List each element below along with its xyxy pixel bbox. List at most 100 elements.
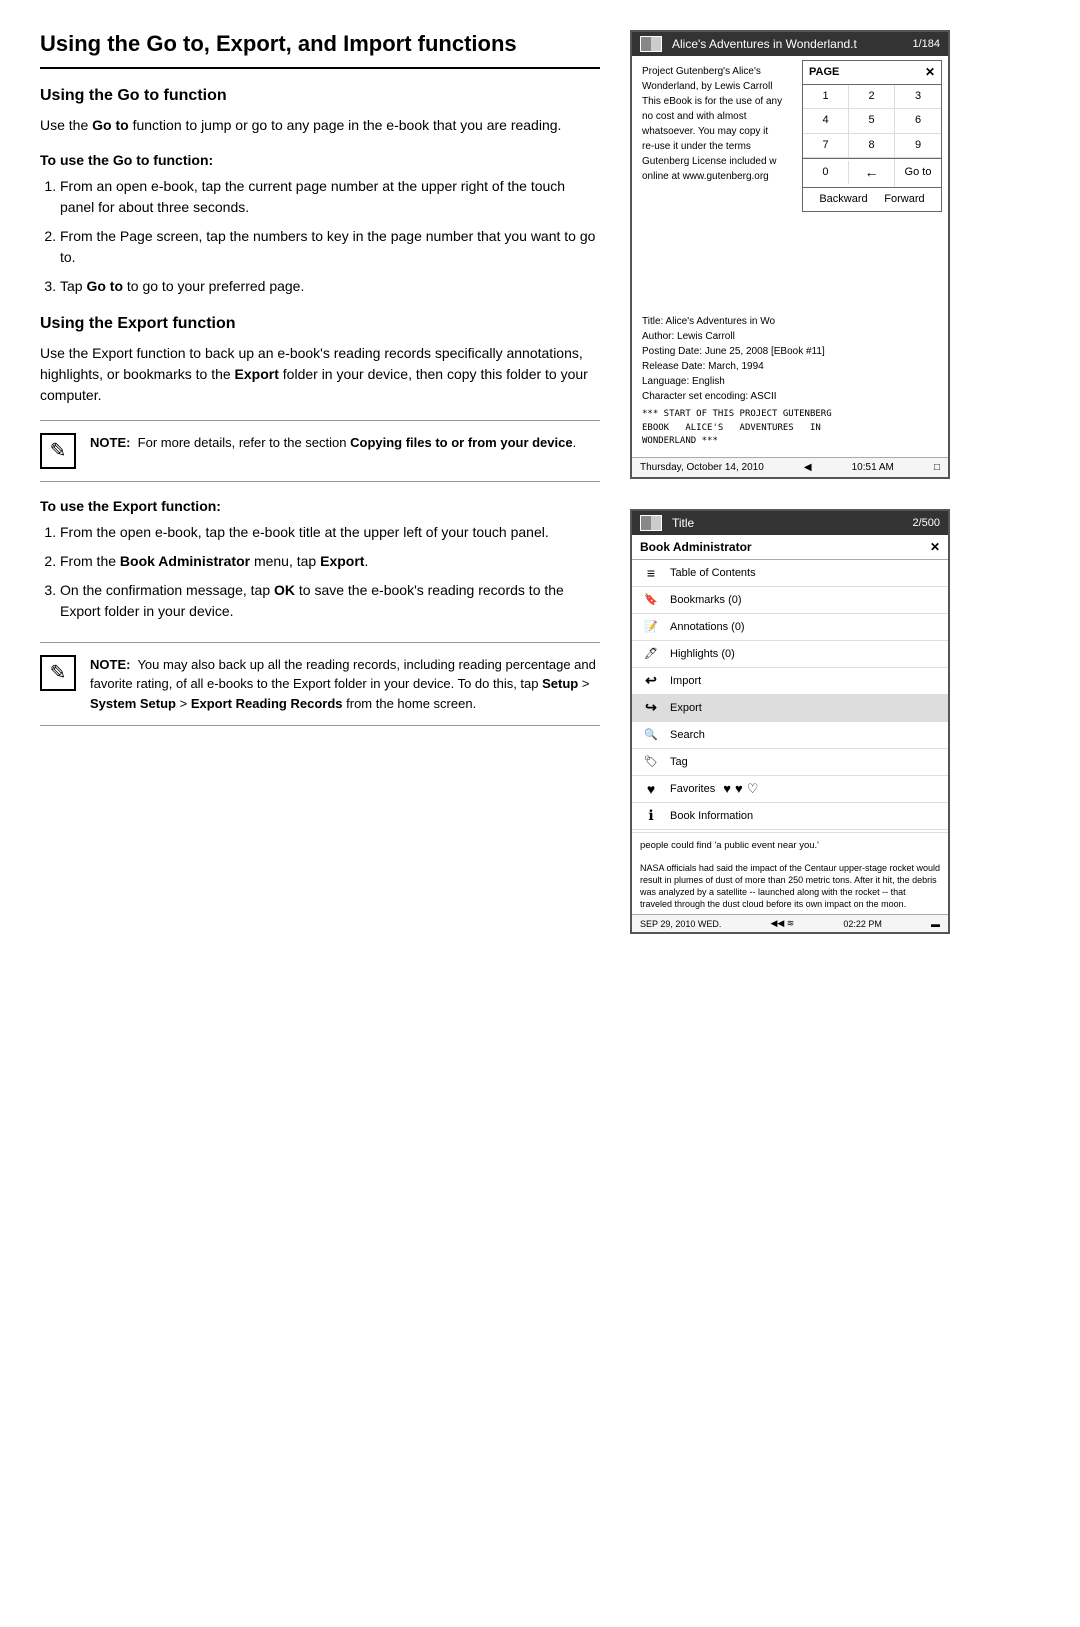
page-popup[interactable]: PAGE ✕ 1 2 3 4 5 6 7 8 9 — [802, 60, 942, 212]
highlight-icon — [640, 646, 662, 662]
note-icon-bottom — [40, 655, 76, 691]
note-box-bottom: NOTE: You may also back up all the readi… — [40, 642, 600, 727]
step-3: Tap Go to to go to your preferred page. — [60, 276, 600, 297]
signal-icons: ◀◀ ≋ — [770, 918, 794, 929]
left-column: Using the Go to, Export, and Import func… — [40, 30, 600, 934]
speaker-icon: ◀ — [804, 462, 812, 473]
device-screen-2: Title 2/500 Book Administrator ✕ Table o… — [630, 509, 950, 935]
device1-pagenum: 1/184 — [912, 38, 940, 50]
page-num-2[interactable]: 2 — [849, 85, 895, 109]
page-popup-close[interactable]: ✕ — [925, 64, 935, 81]
annotations-label: Annotations (0) — [670, 621, 745, 633]
tag-icon — [640, 754, 662, 770]
page-layout: Using the Go to, Export, and Import func… — [40, 30, 1040, 934]
book-admin-bold: Book Administrator — [120, 553, 250, 569]
battery-icon-2: ▬ — [931, 919, 940, 929]
info-icon — [640, 808, 662, 824]
page-goto-btn[interactable]: Go to — [895, 161, 941, 184]
battery-icon: □ — [934, 462, 940, 473]
book-icon-2 — [640, 515, 662, 531]
section1-subsection-title: To use the Go to function: — [40, 152, 600, 168]
goto-bold: Go to — [92, 117, 129, 133]
menu-tag[interactable]: Tag — [632, 749, 948, 776]
device1-time: 10:51 AM — [852, 462, 894, 473]
heart-3[interactable]: ♡ — [747, 781, 759, 797]
device2-time: 02:22 PM — [843, 919, 882, 929]
section2-steps: From the open e-book, tap the e-book tit… — [40, 522, 600, 622]
menu-favorites[interactable]: Favorites ♥ ♥ ♡ — [632, 776, 948, 803]
list-icon — [640, 565, 662, 581]
page-num-8[interactable]: 8 — [849, 134, 895, 158]
step3-goto: Go to — [86, 278, 123, 294]
device2-statusbar: SEP 29, 2010 WED. ◀◀ ≋ 02:22 PM ▬ — [632, 914, 948, 932]
page-grid-bottom[interactable]: 0 ← Go to — [803, 159, 941, 188]
menu-table-of-contents[interactable]: Table of Contents — [632, 560, 948, 587]
tag-label: Tag — [670, 756, 688, 768]
device1-body: Project Gutenberg's Alice's Wonderland, … — [642, 64, 802, 184]
menu-bookmarks[interactable]: Bookmarks (0) — [632, 587, 948, 614]
device2-body-preview: people could find 'a public event near y… — [632, 832, 948, 858]
heart-1[interactable]: ♥ — [723, 781, 731, 797]
note-text-bottom: NOTE: You may also back up all the readi… — [90, 655, 600, 714]
page-nav-row[interactable]: Backward Forward — [803, 188, 941, 211]
device1-statusbar: Thursday, October 14, 2010 ◀ 10:51 AM □ — [632, 457, 948, 477]
import-icon — [640, 673, 662, 689]
export-bold: Export — [235, 366, 279, 382]
right-column: Alice's Adventures in Wonderland.t 1/184… — [630, 30, 970, 934]
favorites-label: Favorites — [670, 783, 715, 795]
note-label: NOTE: — [90, 435, 130, 450]
page-num-4[interactable]: 4 — [803, 109, 849, 133]
search-icon — [640, 727, 662, 743]
export-step-3: On the confirmation message, tap OK to s… — [60, 580, 600, 622]
device-screen-1: Alice's Adventures in Wonderland.t 1/184… — [630, 30, 950, 479]
export-icon — [640, 700, 662, 716]
menu-book-info[interactable]: Book Information — [632, 803, 948, 830]
step-1: From an open e-book, tap the current pag… — [60, 176, 600, 218]
section2-body: Use the Export function to back up an e-… — [40, 343, 600, 406]
heart-2[interactable]: ♥ — [735, 781, 743, 797]
section2-title: Using the Export function — [40, 315, 600, 333]
device1-content: Project Gutenberg's Alice's Wonderland, … — [632, 56, 948, 457]
annotation-icon — [640, 619, 662, 635]
page-backspace[interactable]: ← — [849, 159, 895, 187]
menu-search[interactable]: Search — [632, 722, 948, 749]
page-popup-header: PAGE ✕ — [803, 61, 941, 85]
menu-export[interactable]: Export — [632, 695, 948, 722]
exportrecords-bold: Export Reading Records — [191, 696, 343, 711]
page-num-5[interactable]: 5 — [849, 109, 895, 133]
section1-body: Use the Go to function to jump or go to … — [40, 115, 600, 136]
page-number-grid[interactable]: 1 2 3 4 5 6 7 8 9 — [803, 85, 941, 159]
bookmarks-label: Bookmarks (0) — [670, 594, 742, 606]
bookmark-icon — [640, 592, 662, 608]
page-num-1[interactable]: 1 — [803, 85, 849, 109]
step-2: From the Page screen, tap the numbers to… — [60, 226, 600, 268]
device2-content: Book Administrator ✕ Table of Contents B… — [632, 535, 948, 915]
main-title: Using the Go to, Export, and Import func… — [40, 30, 600, 69]
menu-import[interactable]: Import — [632, 668, 948, 695]
page-num-9[interactable]: 9 — [895, 134, 941, 158]
export-step-1: From the open e-book, tap the e-book tit… — [60, 522, 600, 543]
device1-titlebar: Alice's Adventures in Wonderland.t 1/184 — [632, 32, 948, 56]
device1-bookinfo: Title: Alice's Adventures in Wo Author: … — [642, 314, 938, 449]
section1-title: Using the Go to function — [40, 87, 600, 105]
menu-annotations[interactable]: Annotations (0) — [632, 614, 948, 641]
import-label: Import — [670, 675, 701, 687]
forward-btn[interactable]: Forward — [884, 192, 924, 207]
page-num-7[interactable]: 7 — [803, 134, 849, 158]
book-admin-label: Book Administrator — [640, 540, 752, 554]
backward-btn[interactable]: Backward — [819, 192, 867, 207]
device1-date: Thursday, October 14, 2010 — [640, 462, 764, 473]
book-admin-close[interactable]: ✕ — [930, 540, 940, 554]
device2-date: SEP 29, 2010 WED. — [640, 919, 721, 929]
page-num-6[interactable]: 6 — [895, 109, 941, 133]
book-info-label: Book Information — [670, 810, 753, 822]
search-label: Search — [670, 729, 705, 741]
page-num-3[interactable]: 3 — [895, 85, 941, 109]
page-num-0[interactable]: 0 — [803, 161, 849, 184]
note-bottom-label: NOTE: — [90, 657, 130, 672]
device2-news-text: NASA officials had said the impact of th… — [632, 858, 948, 915]
fav-hearts: ♥ ♥ ♡ — [723, 781, 758, 797]
note-icon — [40, 433, 76, 469]
page-popup-label: PAGE — [809, 65, 839, 80]
menu-highlights[interactable]: Highlights (0) — [632, 641, 948, 668]
